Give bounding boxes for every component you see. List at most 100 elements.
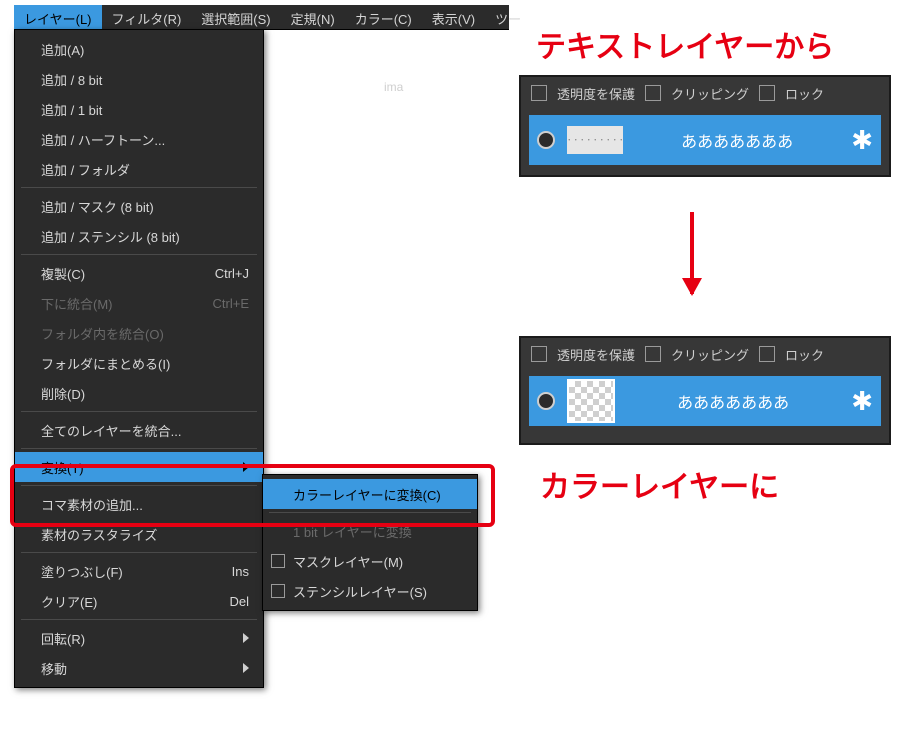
menu-item[interactable]: 回転(R) — [15, 623, 263, 653]
menu-bar: レイヤー(L)フィルタ(R)選択範囲(S)定規(N)カラー(C)表示(V)ツー — [14, 5, 509, 30]
submenu-item-label: マスクレイヤー(M) — [293, 552, 403, 571]
menu-separator — [21, 619, 257, 620]
menu-item[interactable]: コマ素材の追加... — [15, 489, 263, 519]
checkbox-clipping[interactable] — [645, 85, 661, 101]
label-clipping: クリッピング — [671, 345, 749, 364]
checkbox-transparent[interactable] — [531, 85, 547, 101]
menu-item[interactable]: 選択範囲(S) — [191, 5, 280, 29]
menu-item-label: 素材のラスタライズ — [41, 525, 157, 544]
annotation-text-top: テキストレイヤーから — [536, 22, 834, 66]
annotation-text-bottom: カラーレイヤーに — [540, 462, 779, 506]
checkbox-icon[interactable] — [271, 584, 285, 598]
menu-item[interactable]: 追加 / フォルダ — [15, 154, 263, 184]
submenu-item[interactable]: ステンシルレイヤー(S) — [263, 576, 477, 606]
checkbox-lock[interactable] — [759, 346, 775, 362]
menu-item-label: 下に統合(M) — [41, 294, 113, 313]
gear-icon[interactable]: ✱ — [851, 388, 873, 414]
visibility-radio[interactable] — [537, 392, 555, 410]
submenu-item: 1 bit レイヤーに変換 — [263, 516, 477, 546]
menu-item-label: フォルダ内を統合(O) — [41, 324, 164, 343]
menu-item: フォルダ内を統合(O) — [15, 318, 263, 348]
menu-item[interactable]: クリア(E) Del — [15, 586, 263, 616]
menu-item[interactable]: 追加 / マスク (8 bit) — [15, 191, 263, 221]
menu-separator — [21, 187, 257, 188]
menu-item[interactable]: フィルタ(R) — [102, 5, 192, 29]
menu-item-label: 移動 — [41, 659, 67, 678]
menu-item-label: 変換(T) — [41, 458, 84, 477]
layer-thumbnail-checker — [567, 379, 615, 423]
menu-separator — [21, 411, 257, 412]
menu-item[interactable]: 追加 / 8 bit — [15, 64, 263, 94]
menu-item[interactable]: 表示(V) — [422, 5, 485, 29]
menu-item[interactable]: 変換(T) — [15, 452, 263, 482]
submenu-item[interactable]: カラーレイヤーに変換(C) — [263, 479, 477, 509]
menu-item[interactable]: 追加 / 1 bit — [15, 94, 263, 124]
menu-item[interactable]: レイヤー(L) — [14, 5, 102, 29]
checkbox-lock[interactable] — [759, 85, 775, 101]
label-transparent: 透明度を保護 — [557, 345, 635, 364]
menu-item-label: コマ素材の追加... — [41, 495, 143, 514]
submenu-item-label: 1 bit レイヤーに変換 — [293, 522, 412, 541]
chevron-right-icon — [243, 462, 249, 472]
layer-panel-before: 透明度を保護 クリッピング ロック ・・・・・・・・・ あああああああ ✱ — [519, 75, 891, 177]
document-tab-label[interactable]: ima — [384, 80, 403, 94]
menu-item[interactable]: 削除(D) — [15, 378, 263, 408]
menu-item-label: 塗りつぶし(F) — [41, 562, 123, 581]
menu-item-label: 回転(R) — [41, 629, 85, 648]
submenu-item[interactable]: マスクレイヤー(M) — [263, 546, 477, 576]
menu-item[interactable]: ツー — [485, 5, 531, 29]
menu-item-label: 追加 / 8 bit — [41, 70, 102, 89]
annotation-arrow-down-icon — [690, 212, 694, 294]
menu-item[interactable]: 全てのレイヤーを統合... — [15, 415, 263, 445]
submenu-item-label: ステンシルレイヤー(S) — [293, 582, 427, 601]
menu-item-label: 追加 / ハーフトーン... — [41, 130, 165, 149]
menu-shortcut: Ins — [212, 564, 249, 579]
chevron-right-icon — [243, 633, 249, 643]
menu-item-label: クリア(E) — [41, 592, 97, 611]
menu-item-label: 追加 / マスク (8 bit) — [41, 197, 154, 216]
layer-panel-after: 透明度を保護 クリッピング ロック あああああああ ✱ — [519, 336, 891, 445]
layer-name[interactable]: あああああああ — [627, 389, 839, 413]
gear-icon[interactable]: ✱ — [851, 127, 873, 153]
label-clipping: クリッピング — [671, 84, 749, 103]
layer-row-color[interactable]: あああああああ ✱ — [529, 376, 881, 426]
layer-thumbnail-text: ・・・・・・・・・ — [567, 126, 623, 154]
menu-item[interactable]: フォルダにまとめる(I) — [15, 348, 263, 378]
label-lock: ロック — [785, 345, 824, 364]
menu-item-label: 追加 / ステンシル (8 bit) — [41, 227, 180, 246]
menu-item[interactable]: 追加(A) — [15, 34, 263, 64]
checkbox-clipping[interactable] — [645, 346, 661, 362]
menu-item: 下に統合(M) Ctrl+E — [15, 288, 263, 318]
menu-shortcut: Ctrl+J — [195, 266, 249, 281]
layer-row-text[interactable]: ・・・・・・・・・ あああああああ ✱ — [529, 115, 881, 165]
menu-item-label: 全てのレイヤーを統合... — [41, 421, 181, 440]
label-lock: ロック — [785, 84, 824, 103]
menu-item[interactable]: カラー(C) — [345, 5, 422, 29]
menu-separator — [21, 552, 257, 553]
menu-item[interactable]: 定規(N) — [281, 5, 345, 29]
menu-separator — [21, 448, 257, 449]
menu-item[interactable]: 塗りつぶし(F) Ins — [15, 556, 263, 586]
menu-item[interactable]: 追加 / ハーフトーン... — [15, 124, 263, 154]
menu-shortcut: Del — [209, 594, 249, 609]
layer-name[interactable]: あああああああ — [635, 128, 839, 152]
submenu-item-label: カラーレイヤーに変換(C) — [293, 485, 441, 504]
menu-item[interactable]: 複製(C) Ctrl+J — [15, 258, 263, 288]
checkbox-transparent[interactable] — [531, 346, 547, 362]
menu-item[interactable]: 素材のラスタライズ — [15, 519, 263, 549]
menu-item-label: フォルダにまとめる(I) — [41, 354, 170, 373]
menu-separator — [21, 485, 257, 486]
menu-separator — [269, 512, 471, 513]
menu-item[interactable]: 移動 — [15, 653, 263, 683]
label-transparent: 透明度を保護 — [557, 84, 635, 103]
visibility-radio[interactable] — [537, 131, 555, 149]
checkbox-icon[interactable] — [271, 554, 285, 568]
menu-item-label: 追加(A) — [41, 40, 84, 59]
menu-item-label: 追加 / フォルダ — [41, 160, 130, 179]
convert-submenu: カラーレイヤーに変換(C) 1 bit レイヤーに変換マスクレイヤー(M) ステンシ… — [262, 474, 478, 611]
menu-item[interactable]: 追加 / ステンシル (8 bit) — [15, 221, 263, 251]
menu-item-label: 削除(D) — [41, 384, 85, 403]
menu-item-label: 複製(C) — [41, 264, 85, 283]
menu-shortcut: Ctrl+E — [193, 296, 249, 311]
menu-separator — [21, 254, 257, 255]
